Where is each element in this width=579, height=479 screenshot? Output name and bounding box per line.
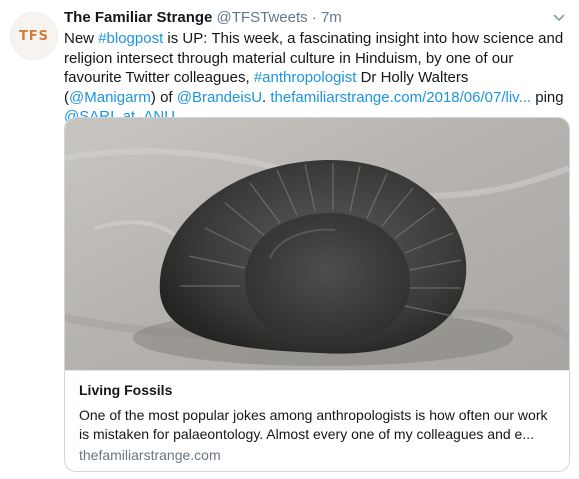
ammonite-fossil-image bbox=[65, 118, 569, 370]
hashtag-anthropologist[interactable]: #anthropologist bbox=[254, 69, 357, 86]
timestamp[interactable]: 7m bbox=[321, 9, 342, 26]
avatar[interactable]: TFS bbox=[10, 12, 58, 60]
card-image[interactable] bbox=[65, 118, 569, 370]
tweet[interactable]: TFS The Familiar Strange @TFSTweets · 7m… bbox=[0, 0, 579, 479]
link-card[interactable]: Living Fossils One of the most popular j… bbox=[64, 117, 570, 472]
card-description: One of the most popular jokes among anth… bbox=[79, 407, 548, 442]
author-handle[interactable]: @TFSTweets bbox=[217, 9, 308, 26]
article-link[interactable]: thefamiliarstrange.com/2018/06/07/liv... bbox=[270, 89, 531, 106]
mention-manigarm[interactable]: @Manigarm bbox=[69, 89, 151, 106]
chevron-down-icon[interactable] bbox=[553, 12, 565, 24]
tweet-header: The Familiar Strange @TFSTweets · 7m bbox=[64, 8, 342, 28]
separator: · bbox=[311, 9, 317, 26]
mention-brandeisu[interactable]: @BrandeisU bbox=[177, 89, 262, 106]
tweet-text: New #blogpost is UP: This week, a fascin… bbox=[64, 29, 564, 127]
text-segment: ping bbox=[531, 88, 564, 106]
text-segment: ) of bbox=[150, 88, 177, 106]
text-segment: New bbox=[64, 30, 99, 47]
card-url[interactable]: thefamiliarstrange.com bbox=[79, 447, 221, 463]
card-title[interactable]: Living Fossils bbox=[79, 382, 172, 398]
hashtag-blogpost[interactable]: #blogpost bbox=[98, 30, 163, 47]
author-name[interactable]: The Familiar Strange bbox=[64, 9, 212, 26]
card-body[interactable]: Living Fossils One of the most popular j… bbox=[65, 370, 569, 471]
